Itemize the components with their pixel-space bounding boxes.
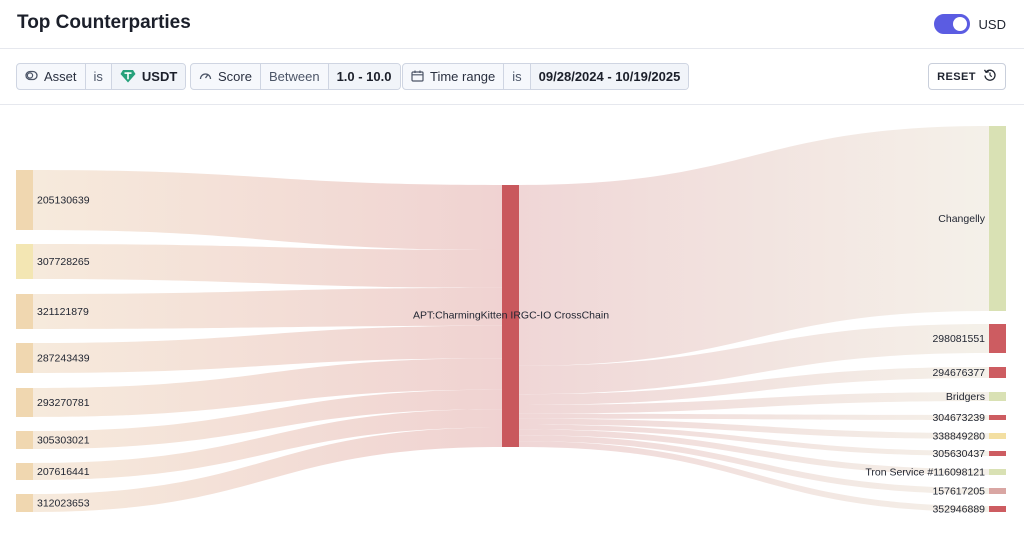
gauge-icon — [199, 70, 212, 83]
target-node-8[interactable] — [989, 469, 1006, 475]
flow-link-source-2[interactable] — [33, 244, 502, 288]
reset-icon — [983, 68, 997, 85]
flow-link-source-1[interactable] — [33, 170, 502, 250]
asset-filter-value[interactable]: USDT — [111, 64, 186, 89]
source-node-2[interactable] — [16, 244, 33, 279]
target-node-label: Changelly — [938, 213, 985, 225]
target-node-2[interactable] — [989, 324, 1006, 353]
currency-switch: USD — [933, 14, 1006, 34]
asset-filter-value-text: USDT — [141, 69, 178, 84]
asset-filter-label: Asset — [44, 69, 77, 84]
source-node-6[interactable] — [16, 431, 33, 449]
page-title: Top Counterparties — [17, 12, 191, 33]
calendar-icon — [411, 70, 424, 84]
target-node-4[interactable] — [989, 392, 1006, 401]
source-node-4[interactable] — [16, 343, 33, 373]
target-node-label: 298081551 — [932, 333, 985, 345]
target-node-7[interactable] — [989, 451, 1006, 456]
source-node-3[interactable] — [16, 294, 33, 329]
source-node-8[interactable] — [16, 494, 33, 512]
score-filter-value[interactable]: 1.0 - 10.0 — [328, 64, 400, 89]
target-node-label: 294676377 — [932, 367, 985, 379]
asset-filter-operator[interactable]: is — [86, 64, 112, 89]
center-node-label: APT:CharmingKitten IRGC-IO CrossChain — [413, 310, 609, 322]
reset-button[interactable]: RESET — [928, 63, 1006, 90]
target-node-label: 305630437 — [932, 448, 985, 460]
flow-link-target-5[interactable] — [519, 413, 989, 420]
score-filter-chip[interactable]: Score Between 1.0 - 10.0 — [190, 63, 401, 90]
target-node-3[interactable] — [989, 367, 1006, 378]
toggle-knob — [952, 17, 967, 31]
time-range-filter-operator[interactable]: is — [504, 64, 531, 89]
time-range-filter-label: Time range — [430, 69, 496, 84]
target-node-label: 338849280 — [932, 431, 985, 443]
target-node-label: 352946889 — [932, 504, 985, 516]
counterparty-sankey-chart: 205130639 307728265 321121879 287243439 2932… — [16, 126, 1006, 516]
source-node-5[interactable] — [16, 388, 33, 417]
source-node-label: 205130639 — [37, 195, 90, 207]
target-node-label: Bridgers — [946, 391, 985, 403]
score-filter-label: Score — [218, 69, 252, 84]
target-node-label: 157617205 — [932, 486, 985, 498]
reset-label: RESET — [937, 70, 976, 83]
source-node-label: 293270781 — [37, 397, 90, 409]
flow-link-source-3[interactable] — [33, 287, 502, 329]
source-node-7[interactable] — [16, 463, 33, 480]
target-node-label: Tron Service #116098121 — [865, 467, 985, 479]
source-node-label: 312023653 — [37, 498, 90, 510]
asset-filter-field[interactable]: Asset — [17, 64, 86, 89]
usd-label: USD — [978, 16, 1006, 32]
asset-filter-chip[interactable]: Asset is USDT — [16, 63, 187, 90]
source-node-label: 287243439 — [37, 353, 90, 365]
time-range-filter-field[interactable]: Time range — [403, 64, 505, 89]
target-node-6[interactable] — [989, 433, 1006, 439]
target-node-10[interactable] — [989, 506, 1006, 512]
time-range-filter-chip[interactable]: Time range is 09/28/2024 - 10/19/2025 — [402, 63, 690, 90]
score-filter-operator[interactable]: Between — [261, 64, 329, 89]
usdt-icon — [120, 69, 136, 85]
source-node-label: 307728265 — [37, 256, 90, 268]
source-node-label: 321121879 — [37, 306, 89, 318]
target-node-label: 304673239 — [932, 412, 985, 424]
time-range-filter-value[interactable]: 09/28/2024 - 10/19/2025 — [530, 64, 689, 89]
target-node-9[interactable] — [989, 488, 1006, 494]
target-node-5[interactable] — [989, 415, 1006, 420]
score-filter-field[interactable]: Score — [191, 64, 261, 89]
source-node-1[interactable] — [16, 170, 33, 230]
usd-toggle[interactable] — [933, 14, 970, 34]
filter-bar: Asset is USDT Score Between 1.0 - 10.0 T… — [0, 49, 1024, 105]
target-node-1[interactable] — [989, 126, 1006, 311]
source-node-label: 305303021 — [37, 435, 90, 447]
source-node-label: 207616441 — [37, 466, 90, 478]
coin-icon — [25, 70, 38, 83]
page-header: Top Counterparties USD — [0, 0, 1024, 49]
